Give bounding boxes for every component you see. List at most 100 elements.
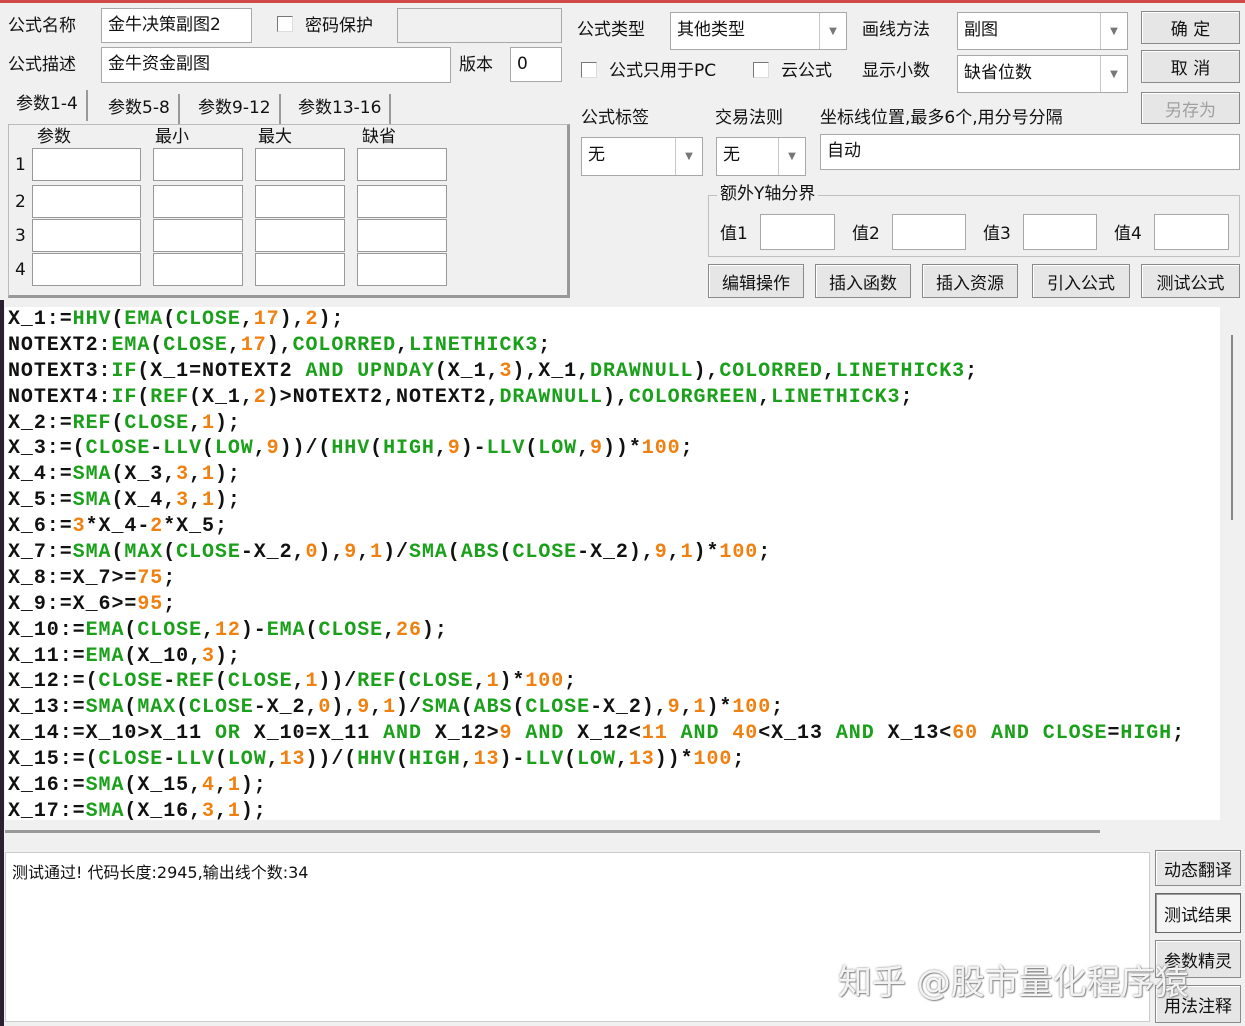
code-line: X_4:=SMA(X_3,3,1); — [8, 463, 241, 487]
pc-only-checkbox[interactable] — [581, 62, 597, 78]
tab-params-1-4[interactable]: 参数1-4 — [8, 90, 88, 121]
cancel-button[interactable]: 取 消 — [1141, 50, 1240, 83]
y-value-2-input[interactable] — [892, 214, 966, 250]
param-header-max: 最大 — [258, 127, 292, 147]
save-as-button[interactable]: 另存为 — [1141, 92, 1240, 124]
code-line: X_17:=SMA(X_16,3,1); — [8, 799, 267, 820]
param-2-min-input[interactable] — [153, 185, 243, 218]
param-3-max-input[interactable] — [255, 219, 345, 252]
window-left-edge — [0, 300, 4, 1026]
draw-method-label: 画线方法 — [862, 20, 930, 40]
code-editor[interactable]: X_1:=HHV(EMA(CLOSE,17),2); NOTEXT2:EMA(CL… — [5, 307, 1220, 820]
formula-desc-label: 公式描述 — [8, 55, 76, 75]
y-value-1-label: 值1 — [720, 224, 748, 244]
param-4-min-input[interactable] — [153, 253, 243, 286]
formula-tag-label: 公式标签 — [581, 108, 649, 128]
insert-resource-button[interactable]: 插入资源 — [922, 264, 1018, 298]
param-4-name-input[interactable] — [32, 253, 141, 286]
param-1-max-input[interactable] — [255, 148, 345, 181]
trade-rule-select[interactable]: 无 ▼ — [716, 137, 806, 176]
version-input[interactable]: 0 — [510, 47, 562, 82]
param-row-label: 4 — [15, 260, 26, 280]
code-line: X_13:=SMA(MAX(CLOSE-X_2,0),9,1)/SMA(ABS(… — [8, 696, 785, 720]
param-2-default-input[interactable] — [357, 185, 447, 218]
param-4-max-input[interactable] — [255, 253, 345, 286]
formula-type-value: 其他类型 — [677, 20, 745, 40]
formula-type-select[interactable]: 其他类型 ▼ — [670, 12, 847, 50]
param-1-default-input[interactable] — [357, 148, 447, 181]
code-line: X_14:=X_10>X_11 OR X_10=X_11 AND X_12>9 … — [8, 722, 1186, 746]
code-line: X_1:=HHV(EMA(CLOSE,17),2); — [8, 308, 345, 331]
draw-method-value: 副图 — [964, 20, 998, 40]
code-line: X_9:=X_6>=95; — [8, 592, 177, 616]
param-4-default-input[interactable] — [357, 253, 447, 286]
edit-operations-button[interactable]: 编辑操作 — [708, 264, 804, 298]
formula-name-input[interactable]: 金牛决策副图2 — [101, 8, 252, 43]
y-value-3-label: 值3 — [983, 224, 1011, 244]
password-protect-label: 密码保护 — [305, 16, 373, 36]
param-row-label: 3 — [15, 226, 26, 246]
chevron-down-icon: ▼ — [1100, 13, 1127, 49]
code-line: X_5:=SMA(X_4,3,1); — [8, 489, 241, 513]
trade-rule-label: 交易法则 — [715, 108, 783, 128]
version-label: 版本 — [459, 55, 493, 75]
axis-lines-input[interactable]: 自动 — [820, 134, 1240, 170]
param-3-default-input[interactable] — [357, 219, 447, 252]
formula-name-label: 公式名称 — [8, 16, 76, 36]
y-value-3-input[interactable] — [1023, 214, 1097, 250]
test-result-button[interactable]: 测试结果 — [1155, 893, 1241, 933]
tab-params-5-8[interactable]: 参数5-8 — [100, 94, 180, 125]
insert-function-button[interactable]: 插入函数 — [815, 264, 911, 298]
y-value-1-input[interactable] — [760, 214, 835, 250]
code-line: NOTEXT3:IF(X_1=NOTEXT2 AND UPNDAY(X_1,3)… — [8, 359, 979, 383]
password-input — [397, 8, 562, 43]
code-line: X_15:=(CLOSE-LLV(LOW,13))/(HHV(HIGH,13)-… — [8, 748, 746, 772]
param-header-default: 缺省 — [362, 127, 396, 147]
code-line: X_7:=SMA(MAX(CLOSE-X_2,0),9,1)/SMA(ABS(C… — [8, 541, 772, 565]
code-line: X_2:=REF(CLOSE,1); — [8, 411, 241, 435]
horizontal-scrollbar-thumb[interactable] — [5, 830, 1100, 833]
formula-type-label: 公式类型 — [577, 20, 645, 40]
param-header-name: 参数 — [37, 127, 71, 147]
code-line: X_3:=(CLOSE-LLV(LOW,9))/(HHV(HIGH,9)-LLV… — [8, 437, 694, 461]
trade-rule-value: 无 — [723, 145, 740, 165]
code-line: X_11:=EMA(X_10,3); — [8, 644, 241, 668]
cloud-formula-checkbox[interactable] — [753, 62, 769, 78]
param-row-label: 2 — [15, 192, 26, 212]
code-line: NOTEXT4:IF(REF(X_1,2)>NOTEXT2,NOTEXT2,DR… — [8, 385, 914, 409]
vertical-scrollbar-thumb[interactable] — [1231, 335, 1233, 520]
decimals-label: 显示小数 — [862, 61, 930, 81]
axis-lines-label: 坐标线位置,最多6个,用分号分隔 — [820, 108, 1063, 128]
chevron-down-icon: ▼ — [1100, 56, 1127, 92]
y-value-4-input[interactable] — [1154, 214, 1229, 250]
import-formula-button[interactable]: 引入公式 — [1032, 264, 1130, 298]
param-1-min-input[interactable] — [153, 148, 243, 181]
formula-desc-input[interactable]: 金牛资金副图 — [101, 47, 451, 83]
chevron-down-icon: ▼ — [675, 138, 702, 175]
window-top-border — [0, 0, 1245, 3]
param-header-min: 最小 — [155, 127, 189, 147]
chevron-down-icon: ▼ — [778, 138, 805, 175]
chevron-down-icon: ▼ — [819, 13, 846, 49]
test-formula-button[interactable]: 测试公式 — [1141, 264, 1240, 298]
password-protect-checkbox[interactable] — [277, 16, 293, 32]
decimals-select[interactable]: 缺省位数 ▼ — [957, 55, 1128, 93]
dynamic-translate-button[interactable]: 动态翻译 — [1155, 850, 1241, 886]
param-2-max-input[interactable] — [255, 185, 345, 218]
code-line: X_6:=3*X_4-2*X_5; — [8, 515, 228, 539]
ok-button[interactable]: 确 定 — [1141, 11, 1240, 44]
code-line: X_8:=X_7>=75; — [8, 566, 177, 590]
param-1-name-input[interactable] — [32, 148, 141, 181]
tab-params-9-12[interactable]: 参数9-12 — [190, 94, 281, 125]
param-3-name-input[interactable] — [32, 219, 141, 252]
param-2-name-input[interactable] — [32, 185, 141, 218]
tab-params-13-16[interactable]: 参数13-16 — [290, 94, 392, 125]
decimals-value: 缺省位数 — [964, 63, 1032, 83]
test-output-text: 测试通过! 代码长度:2945,输出线个数:34 — [12, 863, 309, 882]
code-line: X_16:=SMA(X_15,4,1); — [8, 774, 267, 798]
formula-tag-value: 无 — [588, 145, 605, 165]
pc-only-label: 公式只用于PC — [609, 61, 717, 81]
param-3-min-input[interactable] — [153, 219, 243, 252]
draw-method-select[interactable]: 副图 ▼ — [957, 12, 1128, 50]
formula-tag-select[interactable]: 无 ▼ — [581, 137, 703, 176]
